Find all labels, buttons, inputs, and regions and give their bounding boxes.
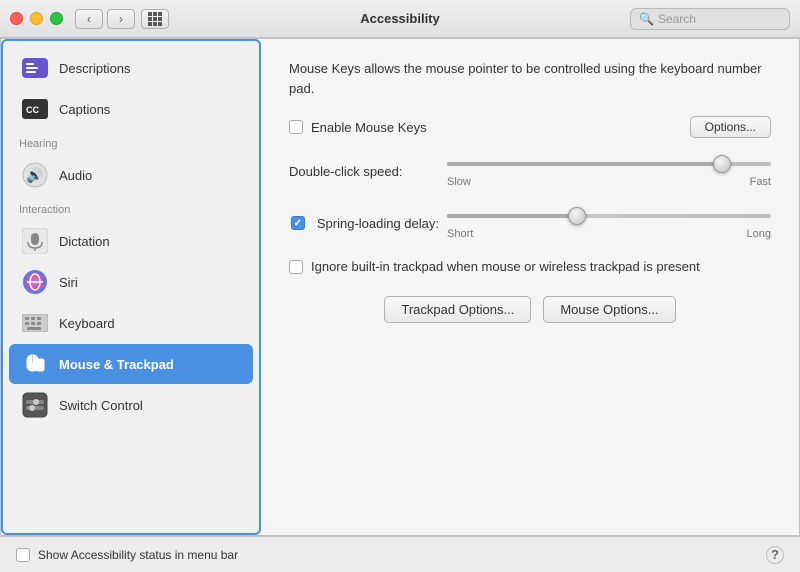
forward-button[interactable]: › <box>107 9 135 29</box>
ignore-trackpad-row: Ignore built-in trackpad when mouse or w… <box>289 258 771 276</box>
accessibility-status-checkbox[interactable] <box>16 548 30 562</box>
audio-icon: 🔊 <box>21 161 49 189</box>
search-icon: 🔍 <box>639 12 654 26</box>
sidebar-item-switch-control[interactable]: Switch Control <box>9 385 253 425</box>
enable-mouse-keys-checkbox[interactable] <box>289 120 303 134</box>
footer: Show Accessibility status in menu bar ? <box>0 536 800 572</box>
sidebar-item-keyboard-label: Keyboard <box>59 316 115 331</box>
spring-loading-row: Spring-loading delay: Short Long <box>289 206 771 240</box>
maximize-button[interactable] <box>50 12 63 25</box>
ignore-trackpad-checkbox[interactable] <box>289 260 303 274</box>
sidebar-item-descriptions[interactable]: Descriptions <box>9 48 253 88</box>
spring-loading-long-label: Long <box>747 228 771 240</box>
descriptions-icon <box>21 54 49 82</box>
double-click-speed-section: Double-click speed: Slow Fast <box>289 154 771 188</box>
sidebar-item-audio-label: Audio <box>59 168 92 183</box>
keyboard-icon <box>21 309 49 337</box>
spring-loading-label: Spring-loading delay: <box>317 216 439 231</box>
close-button[interactable] <box>10 12 23 25</box>
sidebar-item-dictation[interactable]: Dictation <box>9 221 253 261</box>
double-click-fast-label: Fast <box>750 176 771 188</box>
search-box[interactable]: 🔍 <box>630 8 790 30</box>
spring-loading-range-labels: Short Long <box>447 228 771 240</box>
spring-loading-slider[interactable] <box>447 206 771 226</box>
mouse-icon <box>21 350 49 378</box>
double-click-speed-slider[interactable] <box>447 154 771 174</box>
spring-loading-short-label: Short <box>447 228 473 240</box>
window-title: Accessibility <box>360 11 440 26</box>
content-panel: Mouse Keys allows the mouse pointer to b… <box>261 39 799 535</box>
sidebar-item-audio[interactable]: 🔊 Audio <box>9 155 253 195</box>
accessibility-status-label[interactable]: Show Accessibility status in menu bar <box>16 548 238 562</box>
traffic-lights <box>10 12 63 25</box>
enable-mouse-keys-row: Enable Mouse Keys Options... <box>289 116 771 138</box>
spring-loading-label-group: Spring-loading delay: <box>289 216 439 231</box>
sidebar-item-mouse-trackpad-label: Mouse & Trackpad <box>59 357 174 372</box>
sidebar-item-descriptions-label: Descriptions <box>59 61 131 76</box>
bottom-buttons: Trackpad Options... Mouse Options... <box>289 296 771 323</box>
sidebar-item-dictation-label: Dictation <box>59 234 110 249</box>
ignore-trackpad-text: Ignore built-in trackpad when mouse or w… <box>311 258 700 276</box>
sidebar-item-mouse-trackpad[interactable]: Mouse & Trackpad <box>9 344 253 384</box>
sidebar-item-siri[interactable]: Siri <box>9 262 253 302</box>
switch-control-icon <box>21 391 49 419</box>
captions-icon: CC <box>21 95 49 123</box>
spring-loading-track <box>447 214 771 218</box>
sidebar-item-siri-label: Siri <box>59 275 78 290</box>
double-click-speed-fill <box>447 162 722 166</box>
help-button[interactable]: ? <box>766 546 784 564</box>
options-button[interactable]: Options... <box>690 116 771 138</box>
trackpad-options-button[interactable]: Trackpad Options... <box>384 296 531 323</box>
double-click-range-labels: Slow Fast <box>447 176 771 188</box>
spring-loading-fill <box>447 214 577 218</box>
content-description: Mouse Keys allows the mouse pointer to b… <box>289 59 771 98</box>
spring-loading-slider-wrapper: Short Long <box>447 206 771 240</box>
double-click-speed-label: Double-click speed: <box>289 164 439 179</box>
ignore-trackpad-label[interactable]: Ignore built-in trackpad when mouse or w… <box>289 258 700 276</box>
search-input[interactable] <box>658 12 781 26</box>
sidebar-item-captions-label: Captions <box>59 102 110 117</box>
enable-mouse-keys-text: Enable Mouse Keys <box>311 120 427 135</box>
spring-loading-section: Spring-loading delay: Short Long <box>289 206 771 240</box>
grid-icon <box>148 12 162 26</box>
sidebar-item-keyboard[interactable]: Keyboard <box>9 303 253 343</box>
double-click-speed-thumb[interactable] <box>713 155 731 173</box>
nav-buttons: ‹ › <box>75 9 135 29</box>
minimize-button[interactable] <box>30 12 43 25</box>
sidebar-item-captions[interactable]: CC Captions <box>9 89 253 129</box>
spring-loading-checkbox[interactable] <box>291 216 305 230</box>
double-click-slow-label: Slow <box>447 176 471 188</box>
grid-view-button[interactable] <box>141 9 169 29</box>
accessibility-status-text: Show Accessibility status in menu bar <box>38 548 238 562</box>
sidebar-item-switch-control-label: Switch Control <box>59 398 143 413</box>
titlebar: ‹ › Accessibility 🔍 <box>0 0 800 38</box>
main-area: Descriptions CC Captions Hearing 🔊 Audio… <box>0 38 800 536</box>
siri-icon <box>21 268 49 296</box>
back-button[interactable]: ‹ <box>75 9 103 29</box>
svg-text:CC: CC <box>26 105 39 115</box>
double-click-speed-slider-wrapper: Slow Fast <box>447 154 771 188</box>
svg-text:🔊: 🔊 <box>26 166 43 184</box>
double-click-speed-track <box>447 162 771 166</box>
enable-mouse-keys-label[interactable]: Enable Mouse Keys <box>289 120 427 135</box>
sidebar: Descriptions CC Captions Hearing 🔊 Audio… <box>1 39 261 535</box>
interaction-section-label: Interaction <box>3 196 259 220</box>
mouse-options-button[interactable]: Mouse Options... <box>543 296 675 323</box>
hearing-section-label: Hearing <box>3 130 259 154</box>
dictation-icon <box>21 227 49 255</box>
double-click-speed-row: Double-click speed: Slow Fast <box>289 154 771 188</box>
spring-loading-thumb[interactable] <box>568 207 586 225</box>
